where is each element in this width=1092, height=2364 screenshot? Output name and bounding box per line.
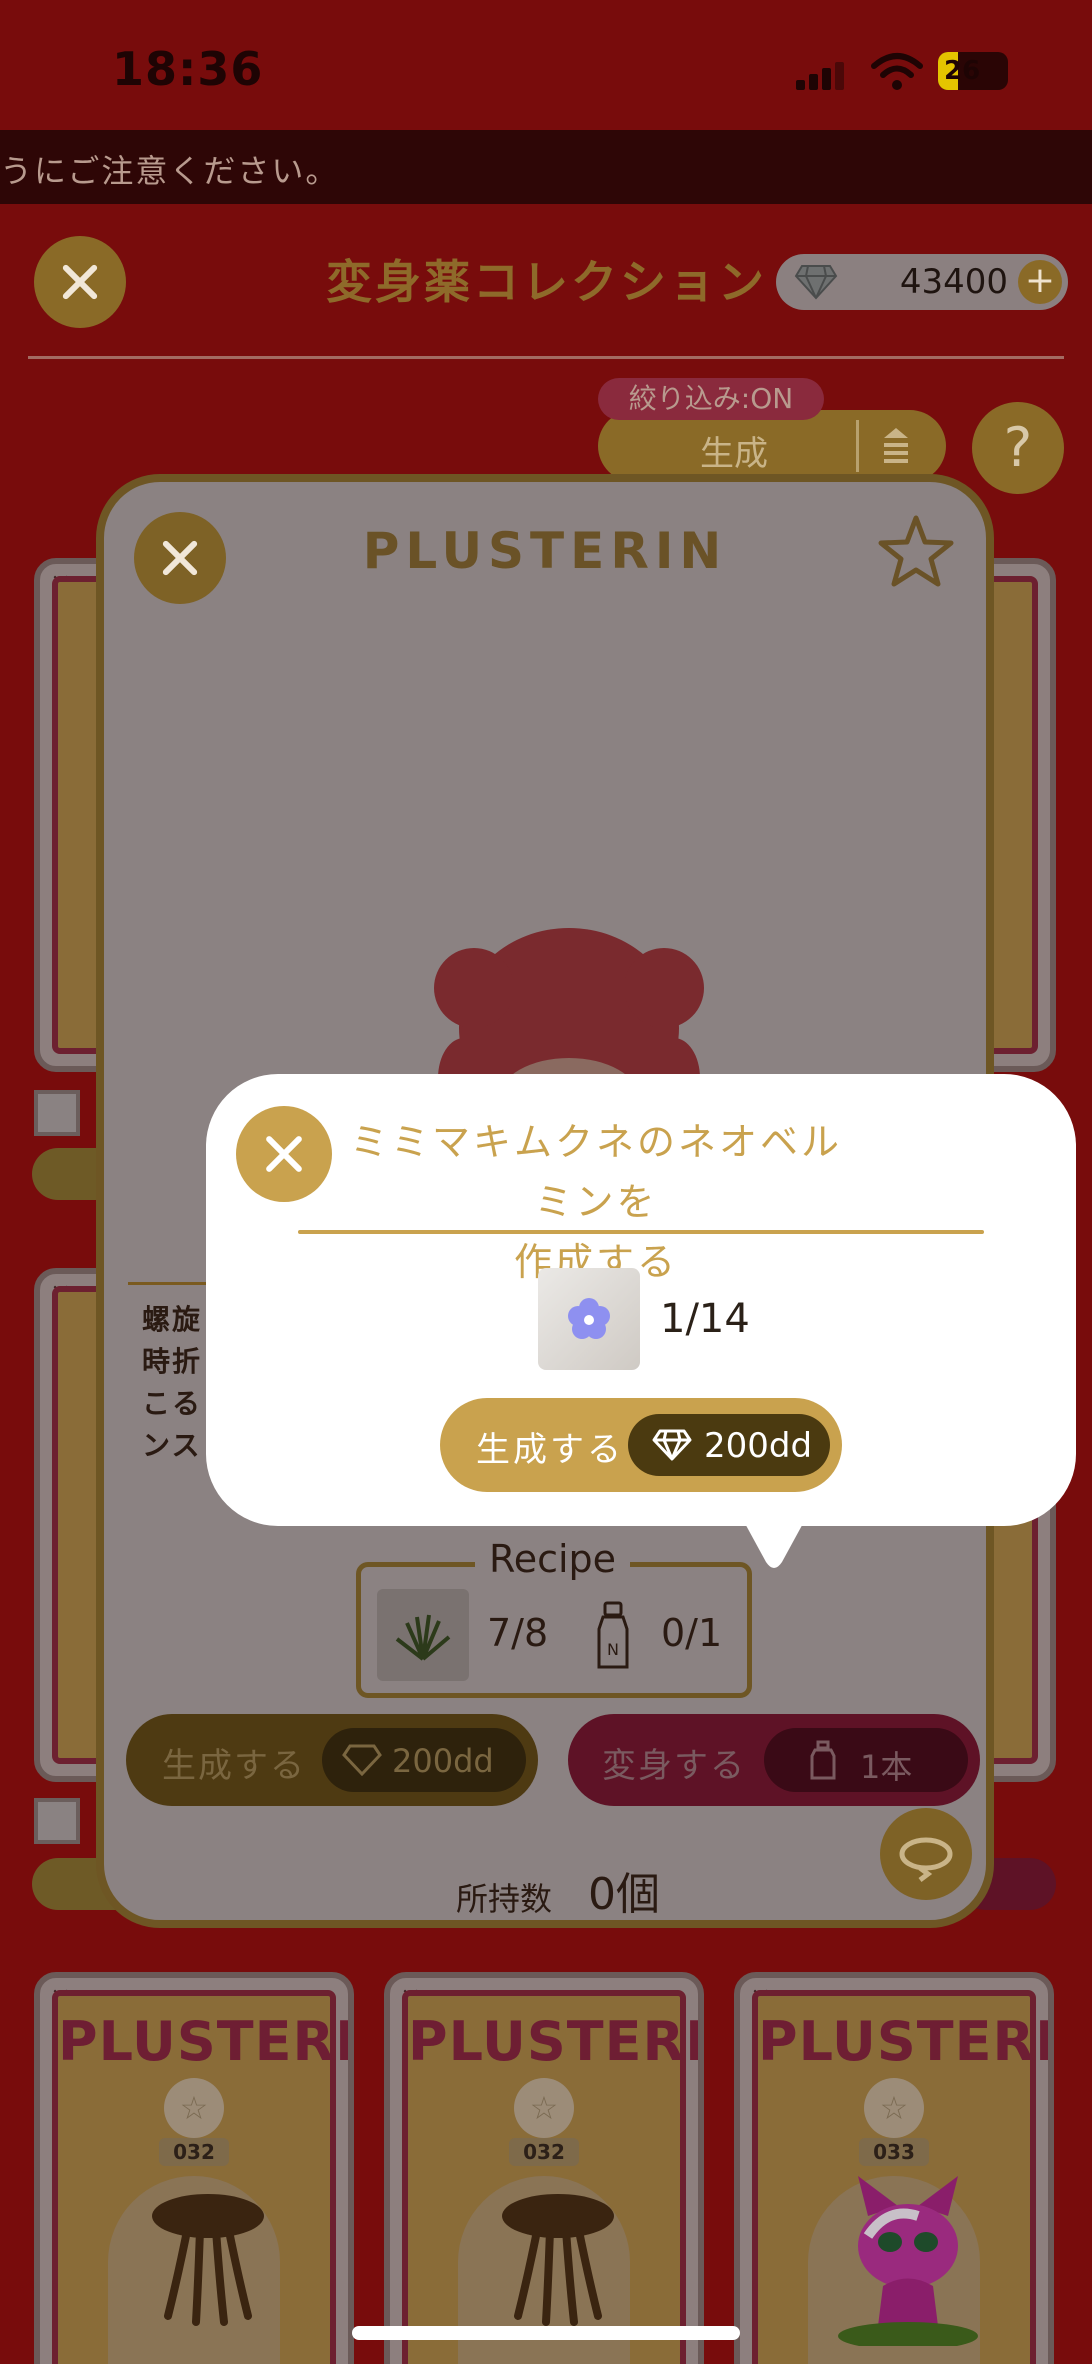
add-gems-button[interactable]: + [1018,260,1062,304]
generate-cost-value: 200dd [392,1742,494,1780]
collection-card[interactable]: × PLUSTERIN ☆ 032 [384,1972,704,2364]
cellular-signal-icon [796,60,846,90]
popup-generate-label: 生成する [476,1430,624,1470]
diamond-icon [794,265,838,300]
flower-icon [568,1298,610,1339]
filter-status-badge[interactable]: 絞り込み:ON [598,378,824,420]
item-chip [34,1798,80,1844]
home-indicator[interactable] [352,2326,740,2340]
gem-balance: 43400 + [776,254,1068,310]
card-logo: PLUSTERIN [58,2010,348,2073]
potion-silhouette-icon [502,2194,614,2326]
owned-label: 所持数 [456,1880,553,1918]
detail-title: PLUSTERIN [362,522,728,580]
ticker-text: うにご注意ください。 [0,152,340,190]
sort-button[interactable]: 生成 [598,410,946,482]
wifi-icon [871,53,923,90]
card-number: 032 [159,2138,229,2166]
close-icon [57,259,103,305]
popup-title: ミミマキムクネのネオベルミンを 作成する [336,1112,856,1292]
refresh-icon [899,1837,953,1882]
flower-ingredient-tile [538,1268,640,1370]
bottle-icon [810,1740,836,1780]
sort-order-icon [884,428,908,463]
transform-cost: 1本 [764,1728,968,1792]
card-logo: PLUSTERIN [408,2010,698,2073]
plant-ingredient-icon [377,1589,469,1681]
plant-ingredient-count: 7/8 [487,1611,549,1655]
generate-cost: 200dd [322,1728,526,1792]
card-number: 032 [509,2138,579,2166]
star-icon: ☆ [164,2078,224,2138]
battery-icon: 26 [938,52,1008,90]
rotate-view-button[interactable] [880,1808,972,1900]
transform-label: 変身する [602,1746,746,1786]
collection-card[interactable]: × PLUSTERIN ☆ 032 [34,1972,354,2364]
popup-title-line1: ミミマキムクネのネオベルミンを [349,1120,842,1224]
card-number: 033 [859,2138,929,2166]
diamond-icon [342,1744,382,1776]
star-icon: ☆ [514,2078,574,2138]
close-icon [260,1130,308,1178]
potion-silhouette-icon [152,2194,264,2326]
status-time: 18:36 [112,42,264,96]
detail-generate-button[interactable]: 生成する 200dd [126,1714,538,1806]
status-bar: 18:36 26 [0,0,1092,132]
gem-count: 43400 [899,262,1008,302]
create-potion-popup: ミミマキムクネのネオベルミンを 作成する 1/14 生成する 200dd [206,1074,1076,1526]
popup-generate-button[interactable]: 生成する 200dd [440,1398,842,1492]
svg-text:N: N [607,1640,619,1659]
ingredient-count: 1/14 [660,1296,750,1342]
favorite-star-icon[interactable] [876,512,956,592]
recipe-box: Recipe 7/8 N 0/1 [356,1537,752,1698]
generate-label: 生成する [162,1746,306,1786]
owned-value: 0個 [588,1869,660,1920]
popup-generate-cost: 200dd [628,1414,830,1476]
transform-button[interactable]: 変身する 1本 [568,1714,980,1806]
close-collection-button[interactable] [34,236,126,328]
transform-cost-value: 1本 [860,1748,913,1786]
popup-divider [298,1230,984,1234]
recipe-label: Recipe [475,1537,631,1581]
help-button[interactable]: ? [972,402,1064,494]
close-popup-button[interactable] [236,1106,332,1202]
diamond-icon [652,1429,692,1461]
item-chip [34,1090,80,1136]
collection-card[interactable]: × PLUSTERIN ☆ 033 [734,1972,1054,2364]
card-logo: PLUSTERIN [758,2010,1048,2073]
page-title: 変身薬コレクション [326,255,767,309]
header-divider [28,356,1064,359]
star-icon: ☆ [864,2078,924,2138]
popup-generate-cost-value: 200dd [704,1426,813,1466]
sort-label: 生成 [700,434,768,474]
news-ticker: うにご注意ください。 [0,130,1092,204]
battery-level: 26 [944,56,981,86]
bottle-icon: N [597,1601,629,1669]
bottle-ingredient-count: 0/1 [661,1611,723,1655]
creature-icon [838,2176,978,2346]
